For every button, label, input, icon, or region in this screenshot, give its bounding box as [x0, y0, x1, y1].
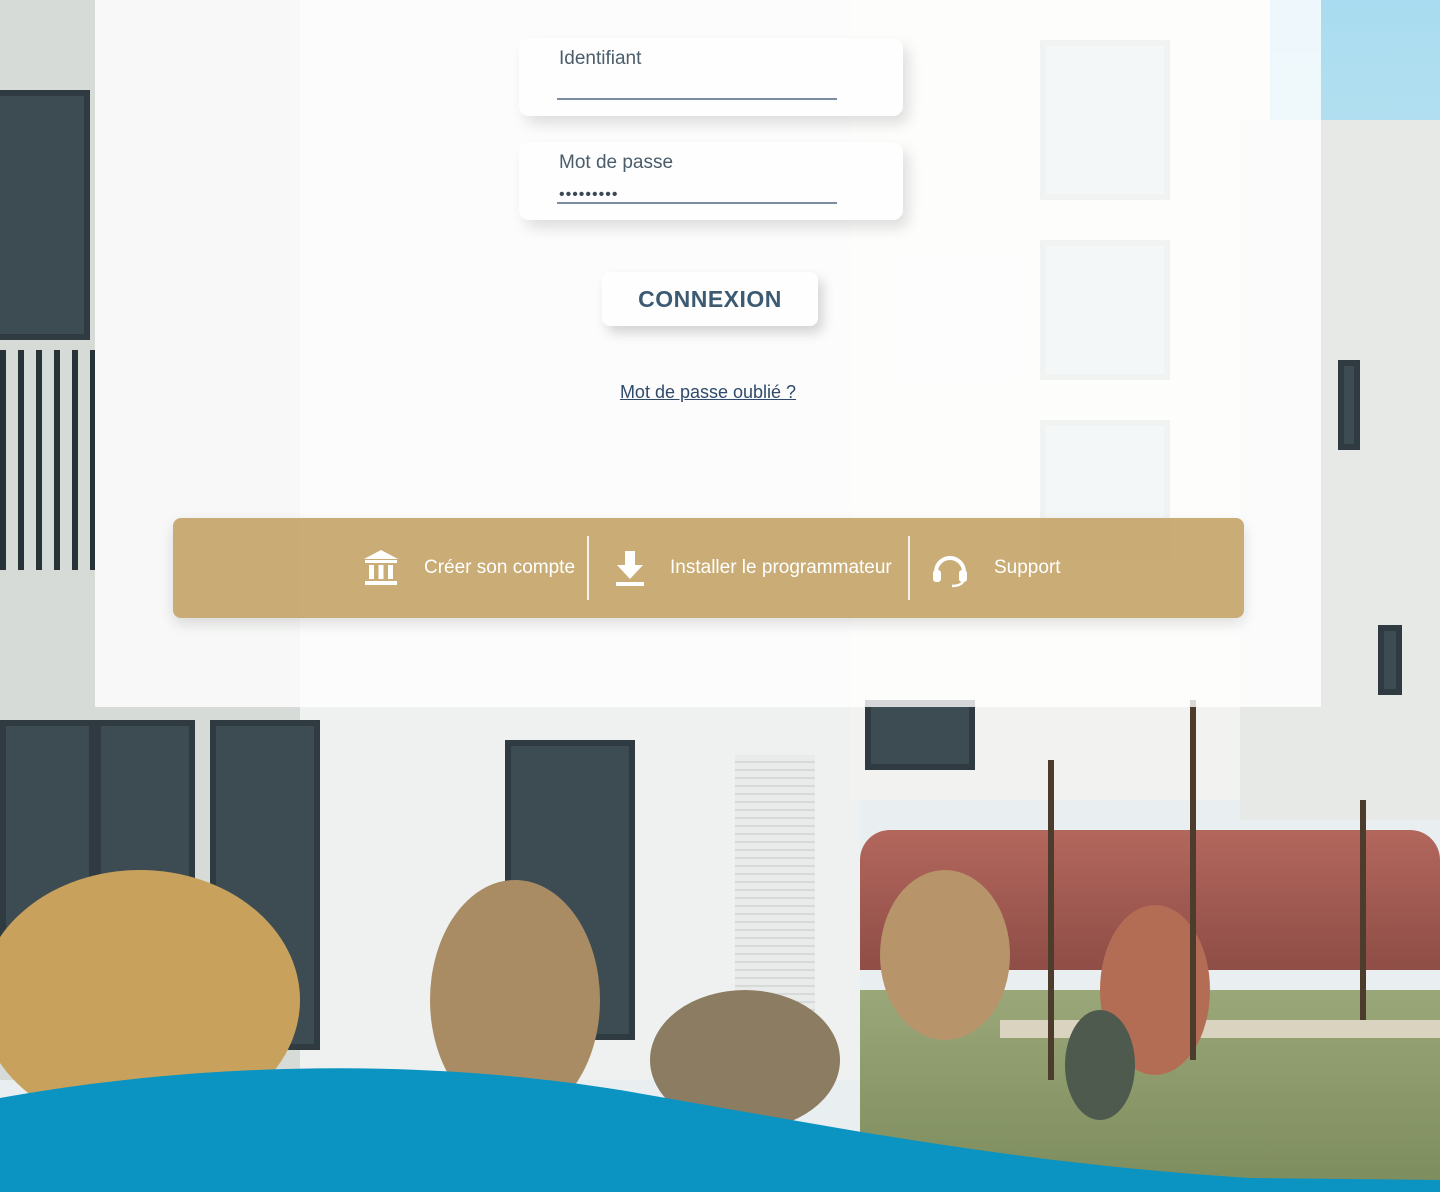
tree-trunk	[1048, 760, 1054, 1080]
create-account-label: Créer son compte	[424, 557, 576, 578]
install-programmer-link[interactable]: Installer le programmateur	[614, 518, 892, 618]
walkway	[1000, 1020, 1440, 1038]
support-link[interactable]: Support	[930, 518, 1061, 618]
username-underline	[557, 98, 837, 100]
divider	[908, 536, 910, 600]
shrub	[880, 870, 1010, 1040]
window	[1378, 625, 1402, 695]
headset-icon	[933, 556, 967, 588]
password-underline	[557, 202, 837, 204]
forgot-password-link[interactable]: Mot de passe oublié ?	[600, 382, 816, 403]
tree-trunk	[1190, 700, 1196, 1060]
window	[0, 90, 90, 340]
bottom-wave	[0, 1068, 1440, 1192]
create-account-link[interactable]: Créer son compte	[362, 518, 575, 618]
window	[1338, 360, 1360, 450]
username-field[interactable]: Identifiant	[519, 38, 903, 116]
login-button[interactable]: CONNEXION	[602, 272, 818, 326]
tree-trunk	[1360, 800, 1366, 1020]
support-label: Support	[994, 557, 1061, 578]
download-icon	[616, 551, 644, 586]
password-field[interactable]: Mot de passe •••••••••	[519, 142, 903, 220]
window	[865, 700, 975, 770]
password-label: Mot de passe	[559, 152, 674, 173]
divider	[587, 536, 589, 600]
username-label: Identifiant	[559, 48, 642, 69]
bank-icon	[364, 550, 398, 585]
install-programmer-label: Installer le programmateur	[670, 557, 892, 578]
balcony-railing	[0, 350, 95, 570]
